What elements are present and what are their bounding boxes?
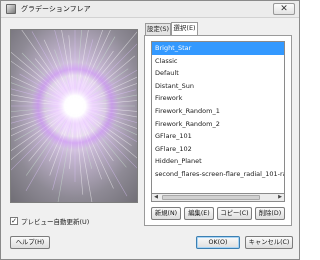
cancel-button[interactable]: キャンセル(C) bbox=[245, 236, 293, 249]
title-bar: グラデーションフレア ✕ bbox=[1, 1, 299, 18]
scroll-right-icon[interactable]: ▶ bbox=[276, 194, 284, 201]
copy-flare-button[interactable]: コピー(C) bbox=[217, 207, 252, 220]
tab-select[interactable]: 選択(E) bbox=[171, 22, 198, 36]
list-item[interactable]: Distant_Sun bbox=[152, 80, 284, 93]
list-item[interactable]: Firework_Random_1 bbox=[152, 105, 284, 118]
edit-flare-button[interactable]: 編集(E) bbox=[184, 207, 214, 220]
delete-flare-button[interactable]: 削除(D) bbox=[255, 207, 285, 220]
select-tab-panel: Bright_Star Classic Default Distant_Sun … bbox=[144, 35, 292, 226]
flare-list[interactable]: Bright_Star Classic Default Distant_Sun … bbox=[151, 41, 285, 194]
new-flare-button[interactable]: 新規(N) bbox=[151, 207, 181, 220]
scrollbar-thumb[interactable] bbox=[162, 195, 260, 200]
close-icon[interactable]: ✕ bbox=[273, 3, 295, 15]
window-title: グラデーションフレア bbox=[21, 5, 91, 13]
help-button[interactable]: ヘルプ(H) bbox=[10, 236, 50, 249]
ok-button[interactable]: OK(O) bbox=[196, 236, 240, 249]
app-icon bbox=[6, 4, 16, 14]
list-item[interactable]: GFlare_101 bbox=[152, 130, 284, 143]
auto-update-checkbox-label: プレビュー自動更新(U) bbox=[21, 218, 90, 226]
flare-preview-image bbox=[11, 30, 137, 202]
scroll-left-icon[interactable]: ◀ bbox=[152, 194, 160, 201]
list-item[interactable]: Firework bbox=[152, 92, 284, 105]
list-item[interactable]: Bright_Star bbox=[152, 42, 284, 55]
list-item[interactable]: GFlare_102 bbox=[152, 143, 284, 156]
gradient-flare-dialog: グラデーションフレア ✕ ✓ プレビュー自動更新(U) 設定(S) 選択(E) … bbox=[0, 0, 300, 260]
auto-update-preview-checkbox[interactable]: ✓ プレビュー自動更新(U) bbox=[10, 216, 89, 226]
list-item[interactable]: Default bbox=[152, 67, 284, 80]
list-item[interactable]: second_flares-screen-flare_radial_101-ra… bbox=[152, 168, 284, 181]
list-item[interactable]: Classic bbox=[152, 55, 284, 68]
flare-preview bbox=[10, 29, 138, 203]
auto-update-checkbox-box[interactable]: ✓ bbox=[10, 217, 18, 225]
list-item[interactable]: Hidden_Planet bbox=[152, 155, 284, 168]
tab-settings[interactable]: 設定(S) bbox=[145, 23, 171, 35]
list-item[interactable]: Firework_Random_2 bbox=[152, 118, 284, 131]
horizontal-scrollbar[interactable]: ◀ ▶ bbox=[151, 194, 285, 202]
